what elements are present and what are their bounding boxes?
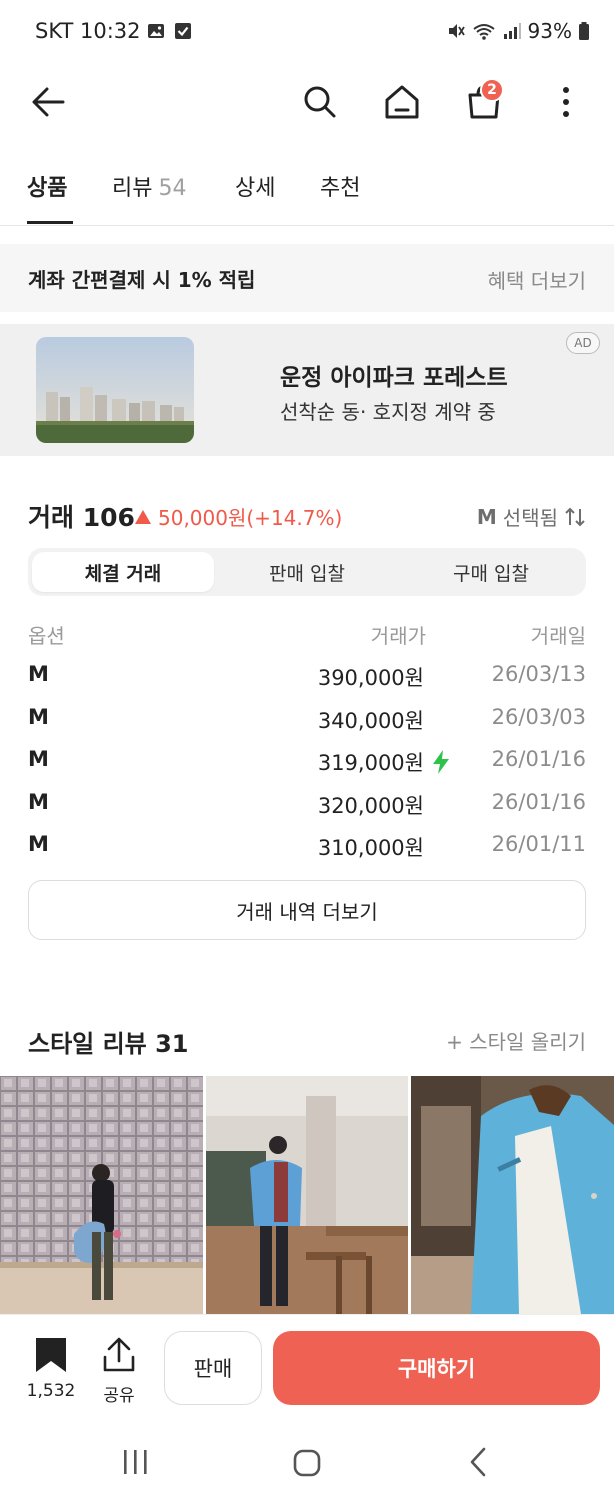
status-right: 93% [446, 19, 590, 43]
wifi-icon [472, 24, 495, 40]
row-option: M [28, 790, 49, 814]
style-photo[interactable] [0, 1076, 203, 1314]
bookmark-button[interactable]: 1,532 [24, 1337, 78, 1401]
search-icon [304, 86, 336, 118]
active-tab-indicator [27, 221, 73, 224]
ad-title: 운정 아이파크 포레스트 [280, 365, 508, 391]
benefit-text: 계좌 간편결제 시 1% 적립 [28, 268, 256, 292]
share-icon [103, 1337, 135, 1372]
row-option: M [28, 832, 49, 856]
row-price: 320,000원 [317, 794, 424, 818]
option-selector[interactable]: M 선택됨 [477, 502, 586, 531]
trade-table-header: 옵션 거래가 거래일 [28, 620, 586, 648]
table-row: M 320,000원 26/01/16 [28, 790, 586, 820]
upload-style-link[interactable]: + 스타일 올리기 [446, 1026, 586, 1055]
tab-detail[interactable]: 상세 [235, 170, 275, 202]
bookmark-icon [36, 1338, 66, 1372]
cart-button[interactable]: 2 [460, 78, 508, 126]
col-price: 거래가 [370, 624, 426, 648]
lightning-icon [433, 750, 449, 774]
col-date: 거래일 [530, 624, 586, 648]
style-photo[interactable] [205, 1076, 409, 1314]
tab-label: 리뷰 [112, 176, 153, 201]
system-nav-bar [0, 1418, 614, 1500]
row-date: 26/03/03 [491, 705, 586, 729]
bookmark-count: 1,532 [26, 1381, 76, 1401]
recent-apps-icon[interactable] [120, 1448, 150, 1476]
tab-review[interactable]: 리뷰 54 [112, 170, 186, 202]
signal-icon [503, 23, 521, 39]
search-button[interactable] [296, 78, 344, 126]
style-photo[interactable] [411, 1076, 614, 1314]
price-change: 50,000원(+14.7%) [134, 502, 342, 531]
more-menu-button[interactable] [542, 78, 590, 126]
price-change-value: 50,000원(+14.7%) [158, 506, 343, 530]
ad-badge: AD [566, 332, 600, 354]
segment-sell-bids[interactable]: 판매 입찰 [216, 552, 398, 592]
ad-subtitle: 선착순 동· 호지정 계약 중 [280, 400, 496, 424]
sort-arrows-icon [565, 507, 585, 526]
option-size: M [476, 504, 497, 529]
review-count: 54 [158, 176, 187, 201]
app-header: 2 [0, 64, 614, 140]
row-price: 319,000원 [317, 751, 424, 775]
more-vertical-icon [563, 87, 569, 117]
option-label: 선택됨 [502, 506, 558, 530]
home-icon [385, 85, 419, 119]
segment-buy-bids[interactable]: 구매 입찰 [400, 552, 582, 592]
bottom-action-bar: 1,532 공유 판매 구매하기 [0, 1314, 614, 1418]
tab-product[interactable]: 상품 [27, 170, 67, 202]
style-review-header: 스타일 리뷰 31 + 스타일 올리기 [28, 1024, 586, 1058]
trade-header: 거래 106 50,000원(+14.7%) M 선택됨 [28, 498, 586, 534]
status-time: SKT 10:32 [35, 19, 141, 43]
style-thumbnails [0, 1076, 614, 1314]
row-date: 26/01/11 [491, 832, 586, 856]
share-label: 공유 [103, 1386, 135, 1406]
tab-label: 상세 [235, 176, 276, 201]
check-box-icon [175, 23, 191, 39]
table-row: M 310,000원 26/01/11 [28, 832, 586, 862]
status-bar: SKT 10:32 93% [0, 0, 614, 64]
battery-icon [579, 22, 589, 40]
gallery-icon [148, 24, 164, 38]
tab-label: 추천 [320, 176, 361, 201]
row-option: M [28, 747, 49, 771]
sell-button[interactable]: 판매 [164, 1331, 262, 1405]
row-price: 390,000원 [317, 666, 424, 690]
back-arrow-icon [32, 87, 65, 117]
home-button[interactable] [378, 78, 426, 126]
up-triangle-icon [135, 509, 151, 524]
more-trades-button[interactable]: 거래 내역 더보기 [28, 880, 586, 940]
style-review-title: 스타일 리뷰 31 [28, 1030, 189, 1058]
row-date: 26/03/13 [491, 662, 586, 686]
table-row: M 340,000원 26/03/03 [28, 705, 586, 735]
benefit-more-link[interactable]: 혜택 더보기 [488, 265, 586, 294]
trade-title: 거래 106 [28, 503, 135, 532]
table-row: M 390,000원 26/03/13 [28, 662, 586, 692]
trade-segment-control: 체결 거래 판매 입찰 구매 입찰 [28, 548, 586, 596]
row-price: 340,000원 [317, 709, 424, 733]
battery-percent: 93% [527, 19, 572, 43]
tab-recommend[interactable]: 추천 [320, 170, 360, 202]
segment-completed[interactable]: 체결 거래 [32, 552, 214, 592]
tab-label: 상품 [27, 176, 68, 201]
ad-banner[interactable]: 운정 아이파크 포레스트 선착순 동· 호지정 계약 중 AD [0, 324, 614, 456]
back-nav-icon[interactable] [466, 1446, 490, 1478]
product-tabs: 상품 리뷰 54 상세 추천 [0, 140, 614, 226]
row-date: 26/01/16 [491, 747, 586, 771]
row-date: 26/01/16 [491, 790, 586, 814]
row-option: M [28, 705, 49, 729]
buy-button[interactable]: 구매하기 [273, 1331, 600, 1405]
share-button[interactable]: 공유 [96, 1337, 142, 1406]
home-nav-icon[interactable] [292, 1448, 322, 1478]
payment-benefit-bar: 계좌 간편결제 시 1% 적립 혜택 더보기 [0, 244, 614, 312]
ad-image [36, 337, 194, 443]
cart-badge: 2 [480, 78, 504, 102]
col-option: 옵션 [28, 624, 65, 648]
row-price: 310,000원 [317, 836, 424, 860]
mute-icon [448, 24, 465, 38]
table-row: M 319,000원 26/01/16 [28, 747, 586, 777]
row-option: M [28, 662, 49, 686]
back-button[interactable] [24, 78, 72, 126]
